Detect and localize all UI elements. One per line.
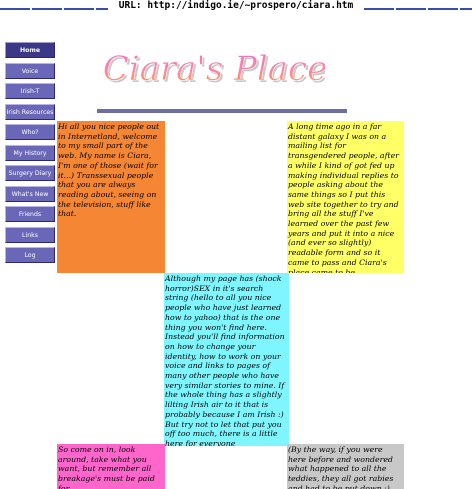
history-text-block: A long time ago in a far distant galaxy … [287,121,404,273]
nav-my-history-button[interactable]: My History [5,144,55,161]
nav-whats-new-button[interactable]: What's New [5,185,55,202]
nav-menu: Home Voice Irish-T Irish Resources Who? … [5,42,55,268]
nav-irish-resources-button[interactable]: Irish Resources [5,103,55,120]
intro-text-block: Hi all you nice people out in Internetla… [57,121,165,273]
search-text-block: Although my page has (shock horror)SEX i… [164,273,289,446]
url-header-rule-right [364,8,472,10]
logo-divider [97,109,347,113]
welcome-text-block: So come on in, look around, take what yo… [57,444,165,489]
url-label: URL: http://indigo.ie/~prospero/ciara.ht… [116,0,356,11]
nav-friends-button[interactable]: Friends [5,206,55,222]
nav-surgery-diary-button[interactable]: Surgery Diary [5,165,55,181]
nav-links-button[interactable]: Links [5,226,55,243]
nav-irish-t-button[interactable]: Irish-T [5,83,55,99]
teddies-text-block: (By the way, if you were here before and… [287,444,404,489]
site-logo: Ciara's Place Ciara's Place [102,49,325,91]
url-header-rule-left [0,8,108,10]
nav-log-button[interactable]: Log [5,247,55,263]
nav-home-button[interactable]: Home [5,42,55,58]
nav-voice-button[interactable]: Voice [5,62,55,79]
url-header: URL: http://indigo.ie/~prospero/ciara.ht… [0,0,472,12]
nav-who-button[interactable]: Who? [5,124,55,140]
site-logo-text: Ciara's Place [103,49,325,89]
